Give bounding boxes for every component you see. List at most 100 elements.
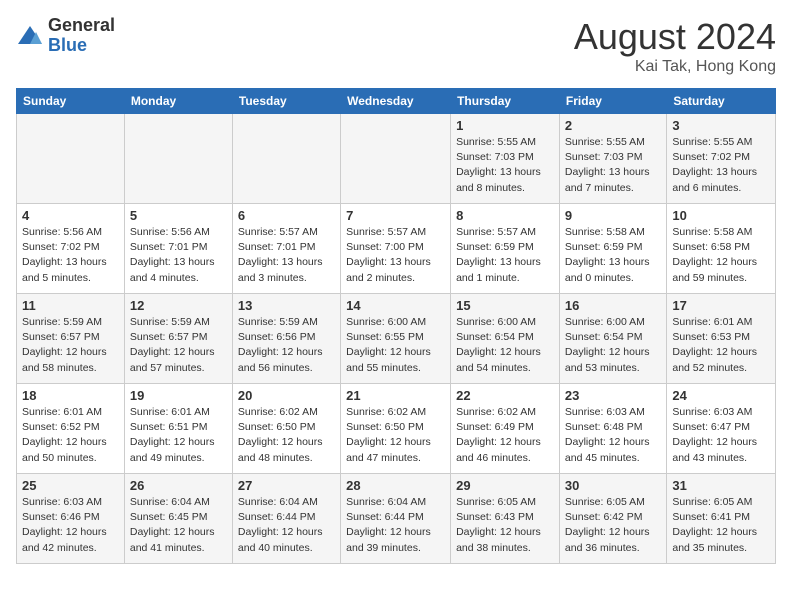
calendar-cell: 1 Sunrise: 5:55 AMSunset: 7:03 PMDaylight… [451, 114, 560, 204]
day-info: Sunrise: 6:03 AMSunset: 6:46 PMDaylight:… [22, 495, 119, 556]
day-info: Sunrise: 6:04 AMSunset: 6:45 PMDaylight:… [130, 495, 227, 556]
day-number: 7 [346, 208, 445, 223]
day-number: 9 [565, 208, 661, 223]
calendar-cell: 28 Sunrise: 6:04 AMSunset: 6:44 PMDayligh… [341, 474, 451, 564]
day-info: Sunrise: 6:02 AMSunset: 6:50 PMDaylight:… [238, 405, 335, 466]
calendar-cell [232, 114, 340, 204]
day-number: 17 [672, 298, 770, 313]
calendar-header-row: SundayMondayTuesdayWednesdayThursdayFrid… [17, 89, 776, 114]
calendar-cell: 26 Sunrise: 6:04 AMSunset: 6:45 PMDayligh… [124, 474, 232, 564]
day-number: 8 [456, 208, 554, 223]
day-number: 4 [22, 208, 119, 223]
calendar-cell: 20 Sunrise: 6:02 AMSunset: 6:50 PMDayligh… [232, 384, 340, 474]
calendar-week-row: 4 Sunrise: 5:56 AMSunset: 7:02 PMDaylight… [17, 204, 776, 294]
day-info: Sunrise: 5:57 AMSunset: 6:59 PMDaylight:… [456, 225, 554, 286]
calendar-week-row: 25 Sunrise: 6:03 AMSunset: 6:46 PMDayligh… [17, 474, 776, 564]
day-number: 18 [22, 388, 119, 403]
day-number: 29 [456, 478, 554, 493]
calendar-cell: 11 Sunrise: 5:59 AMSunset: 6:57 PMDayligh… [17, 294, 125, 384]
day-info: Sunrise: 6:01 AMSunset: 6:51 PMDaylight:… [130, 405, 227, 466]
day-info: Sunrise: 5:56 AMSunset: 7:02 PMDaylight:… [22, 225, 119, 286]
header-wednesday: Wednesday [341, 89, 451, 114]
day-number: 1 [456, 118, 554, 133]
day-number: 26 [130, 478, 227, 493]
calendar-week-row: 18Sunrise: 6:01 AMSunset: 6:52 PMDayligh… [17, 384, 776, 474]
page-header: General Blue August 2024 Kai Tak, Hong K… [16, 16, 776, 76]
calendar-cell: 3 Sunrise: 5:55 AMSunset: 7:02 PMDaylight… [667, 114, 776, 204]
day-number: 28 [346, 478, 445, 493]
day-info: Sunrise: 6:04 AMSunset: 6:44 PMDaylight:… [346, 495, 445, 556]
day-number: 5 [130, 208, 227, 223]
day-number: 19 [130, 388, 227, 403]
calendar-cell: 21 Sunrise: 6:02 AMSunset: 6:50 PMDayligh… [341, 384, 451, 474]
day-number: 3 [672, 118, 770, 133]
day-number: 27 [238, 478, 335, 493]
day-number: 31 [672, 478, 770, 493]
logo-icon [16, 22, 44, 50]
day-info: Sunrise: 6:03 AMSunset: 6:48 PMDaylight:… [565, 405, 661, 466]
calendar-cell: 25 Sunrise: 6:03 AMSunset: 6:46 PMDayligh… [17, 474, 125, 564]
day-number: 6 [238, 208, 335, 223]
day-number: 11 [22, 298, 119, 313]
calendar-cell: 29 Sunrise: 6:05 AMSunset: 6:43 PMDayligh… [451, 474, 560, 564]
calendar-table: SundayMondayTuesdayWednesdayThursdayFrid… [16, 88, 776, 564]
calendar-cell: 10Sunrise: 5:58 AMSunset: 6:58 PMDayligh… [667, 204, 776, 294]
calendar-cell: 19 Sunrise: 6:01 AMSunset: 6:51 PMDayligh… [124, 384, 232, 474]
calendar-cell: 12Sunrise: 5:59 AMSunset: 6:57 PMDayligh… [124, 294, 232, 384]
day-info: Sunrise: 6:05 AMSunset: 6:42 PMDaylight:… [565, 495, 661, 556]
day-info: Sunrise: 6:01 AMSunset: 6:53 PMDaylight:… [672, 315, 770, 376]
day-info: Sunrise: 6:05 AMSunset: 6:43 PMDaylight:… [456, 495, 554, 556]
calendar-week-row: 11 Sunrise: 5:59 AMSunset: 6:57 PMDayligh… [17, 294, 776, 384]
calendar-cell: 15Sunrise: 6:00 AMSunset: 6:54 PMDayligh… [451, 294, 560, 384]
day-number: 23 [565, 388, 661, 403]
calendar-cell [124, 114, 232, 204]
day-info: Sunrise: 5:55 AMSunset: 7:03 PMDaylight:… [456, 135, 554, 196]
title-area: August 2024 Kai Tak, Hong Kong [574, 16, 776, 76]
day-number: 22 [456, 388, 554, 403]
calendar-cell: 8 Sunrise: 5:57 AMSunset: 6:59 PMDaylight… [451, 204, 560, 294]
day-number: 24 [672, 388, 770, 403]
logo-text: General Blue [48, 16, 115, 56]
calendar-cell: 5 Sunrise: 5:56 AMSunset: 7:01 PMDaylight… [124, 204, 232, 294]
calendar-cell: 16 Sunrise: 6:00 AMSunset: 6:54 PMDayligh… [559, 294, 666, 384]
calendar-cell: 4 Sunrise: 5:56 AMSunset: 7:02 PMDaylight… [17, 204, 125, 294]
calendar-cell: 14 Sunrise: 6:00 AMSunset: 6:55 PMDayligh… [341, 294, 451, 384]
day-info: Sunrise: 6:05 AMSunset: 6:41 PMDaylight:… [672, 495, 770, 556]
calendar-cell: 6 Sunrise: 5:57 AMSunset: 7:01 PMDaylight… [232, 204, 340, 294]
day-info: Sunrise: 6:00 AMSunset: 6:54 PMDaylight:… [456, 315, 554, 376]
day-number: 16 [565, 298, 661, 313]
calendar-cell [17, 114, 125, 204]
header-thursday: Thursday [451, 89, 560, 114]
day-info: Sunrise: 6:02 AMSunset: 6:49 PMDaylight:… [456, 405, 554, 466]
day-info: Sunrise: 5:55 AMSunset: 7:03 PMDaylight:… [565, 135, 661, 196]
day-info: Sunrise: 6:03 AMSunset: 6:47 PMDaylight:… [672, 405, 770, 466]
calendar-cell: 23 Sunrise: 6:03 AMSunset: 6:48 PMDayligh… [559, 384, 666, 474]
calendar-cell: 2 Sunrise: 5:55 AMSunset: 7:03 PMDaylight… [559, 114, 666, 204]
day-info: Sunrise: 6:00 AMSunset: 6:55 PMDaylight:… [346, 315, 445, 376]
header-tuesday: Tuesday [232, 89, 340, 114]
day-info: Sunrise: 5:55 AMSunset: 7:02 PMDaylight:… [672, 135, 770, 196]
day-number: 2 [565, 118, 661, 133]
calendar-cell [341, 114, 451, 204]
day-info: Sunrise: 5:57 AMSunset: 7:01 PMDaylight:… [238, 225, 335, 286]
logo-general-text: General [48, 16, 115, 36]
day-info: Sunrise: 6:00 AMSunset: 6:54 PMDaylight:… [565, 315, 661, 376]
day-info: Sunrise: 5:59 AMSunset: 6:57 PMDaylight:… [22, 315, 119, 376]
day-info: Sunrise: 6:02 AMSunset: 6:50 PMDaylight:… [346, 405, 445, 466]
day-number: 20 [238, 388, 335, 403]
header-saturday: Saturday [667, 89, 776, 114]
logo-blue-text: Blue [48, 36, 115, 56]
calendar-cell: 17 Sunrise: 6:01 AMSunset: 6:53 PMDayligh… [667, 294, 776, 384]
calendar-cell: 7Sunrise: 5:57 AMSunset: 7:00 PMDaylight… [341, 204, 451, 294]
day-number: 14 [346, 298, 445, 313]
day-number: 25 [22, 478, 119, 493]
header-friday: Friday [559, 89, 666, 114]
day-info: Sunrise: 5:58 AMSunset: 6:59 PMDaylight:… [565, 225, 661, 286]
day-info: Sunrise: 6:04 AMSunset: 6:44 PMDaylight:… [238, 495, 335, 556]
calendar-cell: 9 Sunrise: 5:58 AMSunset: 6:59 PMDaylight… [559, 204, 666, 294]
day-info: Sunrise: 5:56 AMSunset: 7:01 PMDaylight:… [130, 225, 227, 286]
calendar-week-row: 1 Sunrise: 5:55 AMSunset: 7:03 PMDaylight… [17, 114, 776, 204]
day-number: 21 [346, 388, 445, 403]
day-info: Sunrise: 5:58 AMSunset: 6:58 PMDaylight:… [672, 225, 770, 286]
day-number: 13 [238, 298, 335, 313]
